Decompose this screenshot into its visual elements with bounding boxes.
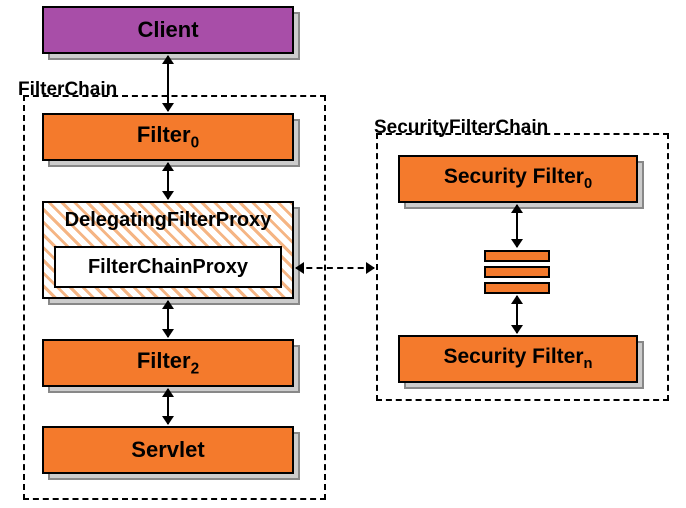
stack-bar-1 xyxy=(484,250,550,262)
filter0-box: Filter0 xyxy=(42,113,294,161)
filter2-label: Filter2 xyxy=(137,348,199,378)
filter2-box: Filter2 xyxy=(42,339,294,387)
sf0-box: Security Filter0 xyxy=(398,155,638,203)
arrow-filter2-servlet xyxy=(167,389,169,424)
securitychain-label: SecurityFilterChain xyxy=(372,117,550,139)
client-label: Client xyxy=(137,17,198,43)
servlet-label: Servlet xyxy=(131,437,204,463)
stack-bar-2 xyxy=(484,266,550,278)
filterchainproxy-box: FilterChainProxy xyxy=(54,246,282,288)
filterchainproxy-label: FilterChainProxy xyxy=(88,256,248,279)
sf0-label: Security Filter0 xyxy=(444,165,592,192)
filterchain-label: FilterChain xyxy=(16,79,119,101)
sfn-label: Security Filtern xyxy=(443,345,592,372)
arrow-filter0-delegating xyxy=(167,163,169,199)
arrow-delegating-filter2 xyxy=(167,301,169,337)
arrow-sf0-stack xyxy=(516,205,518,247)
sfn-box: Security Filtern xyxy=(398,335,638,383)
arrow-stack-sfn xyxy=(516,296,518,333)
arrow-client-filter0 xyxy=(167,56,169,111)
stack-bar-3 xyxy=(484,282,550,294)
filter0-label: Filter0 xyxy=(137,122,199,152)
servlet-box: Servlet xyxy=(42,426,294,474)
arrow-proxy-securitychain xyxy=(296,267,374,269)
client-box: Client xyxy=(42,6,294,54)
delegating-label: DelegatingFilterProxy xyxy=(65,209,272,232)
